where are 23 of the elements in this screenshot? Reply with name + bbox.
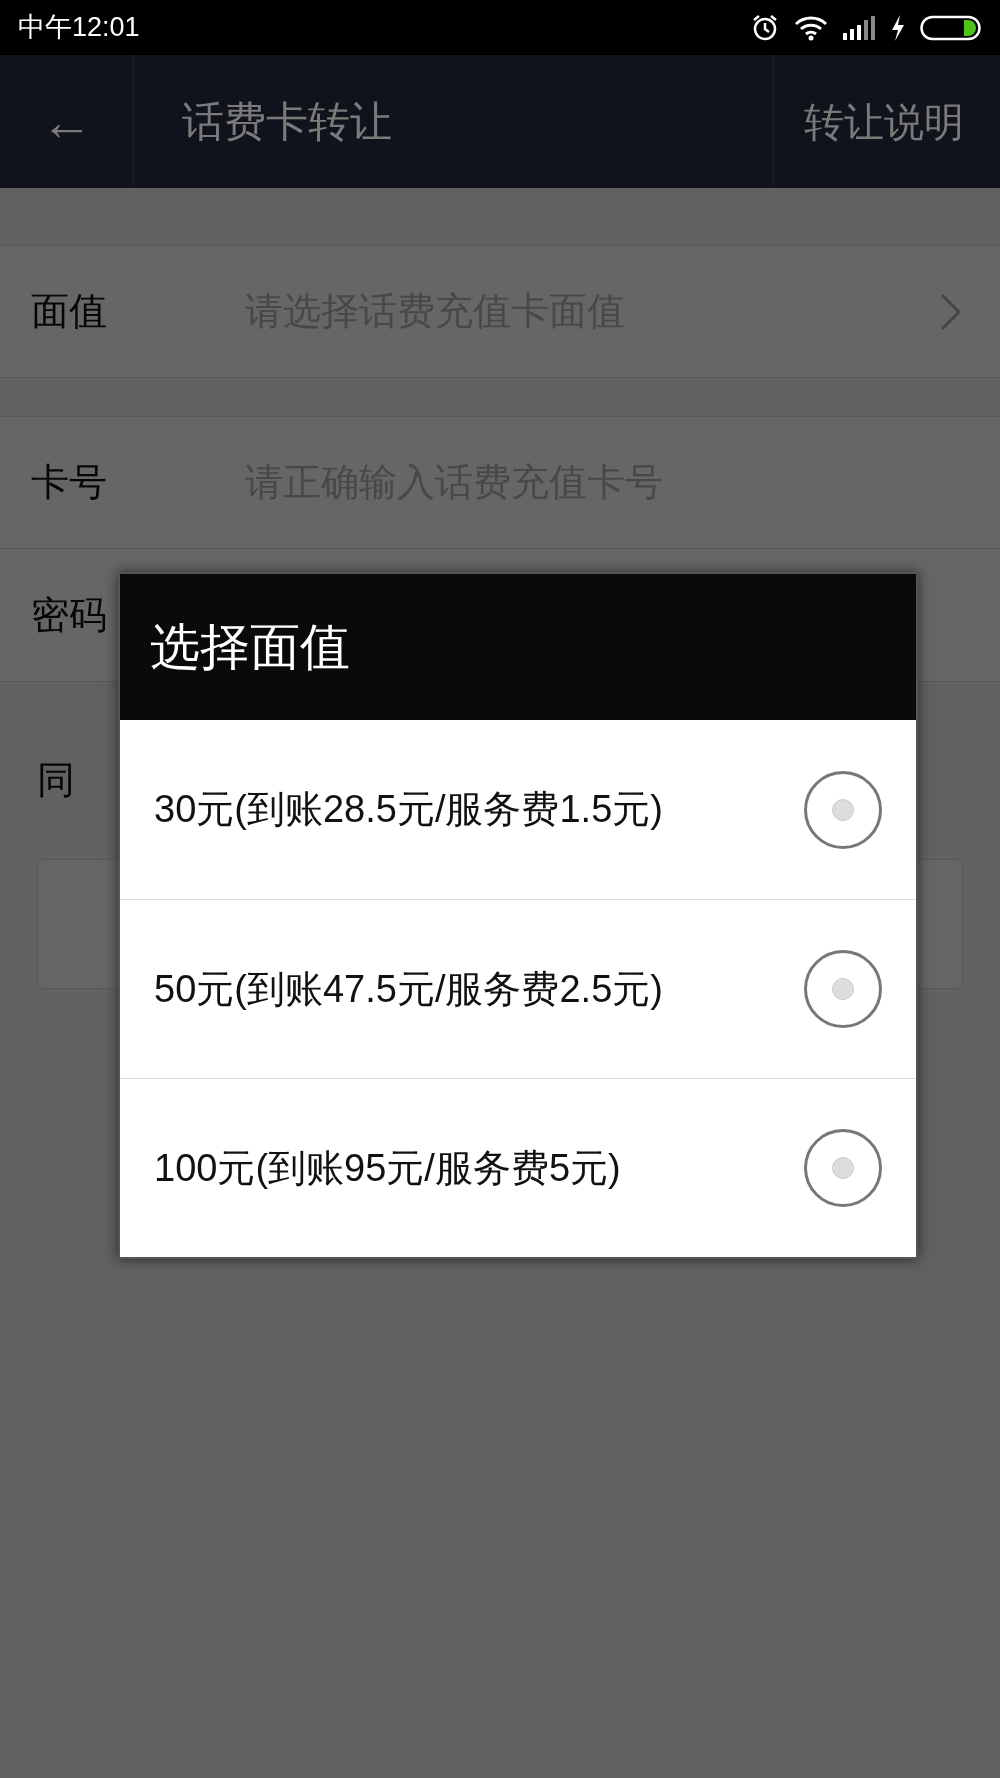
page-title: 话费卡转让 bbox=[182, 97, 392, 147]
field-label: 卡号 bbox=[31, 460, 108, 505]
dialog-title: 选择面值 bbox=[150, 617, 350, 677]
charging-icon bbox=[890, 13, 906, 42]
radio-button[interactable] bbox=[804, 950, 882, 1028]
chevron-icon bbox=[939, 291, 963, 332]
battery-icon bbox=[920, 14, 982, 41]
field-label: 密码 bbox=[31, 592, 108, 638]
option-row[interactable]: 50元(到账47.5元/服务费2.5元) bbox=[120, 899, 916, 1078]
back-button[interactable]: ← bbox=[0, 55, 134, 188]
status-time: 中午12:01 bbox=[18, 11, 140, 45]
option-row[interactable]: 30元(到账28.5元/服务费1.5元) bbox=[120, 720, 916, 899]
field-label: 面值 bbox=[31, 289, 108, 334]
option-label: 100元(到账95元/服务费5元) bbox=[154, 1145, 621, 1191]
option-label: 30元(到账28.5元/服务费1.5元) bbox=[154, 787, 663, 832]
radio-button[interactable] bbox=[804, 1129, 882, 1207]
agreement-text: 同 bbox=[37, 759, 75, 801]
option-label: 50元(到账47.5元/服务费2.5元) bbox=[154, 966, 663, 1012]
instructions-link[interactable]: 转让说明 bbox=[773, 55, 1000, 188]
signal-icon bbox=[842, 14, 876, 41]
option-row[interactable]: 100元(到账95元/服务费5元) bbox=[120, 1078, 916, 1257]
wifi-icon bbox=[794, 14, 828, 41]
radio-button[interactable] bbox=[804, 770, 882, 849]
